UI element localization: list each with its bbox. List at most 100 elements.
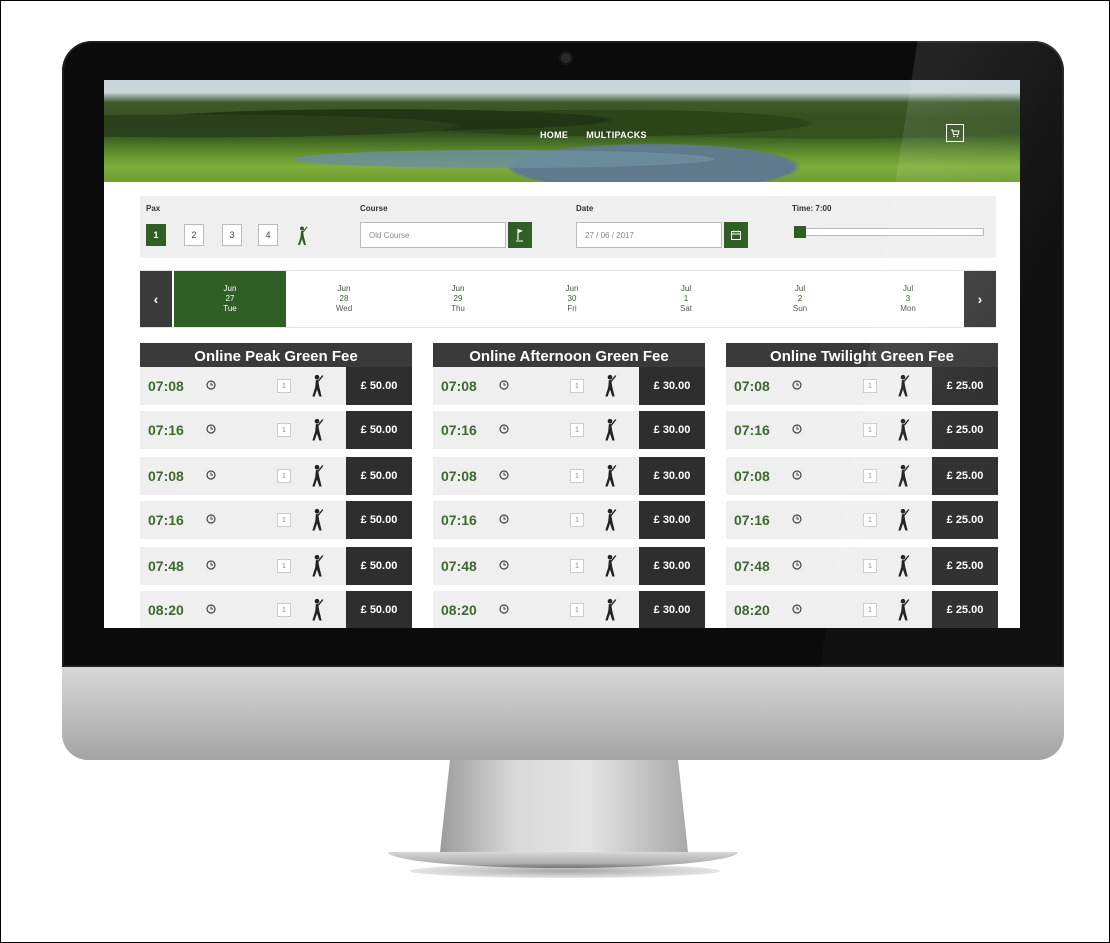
player-count-field[interactable]: 1	[863, 469, 877, 483]
tee-time: 07:08	[441, 468, 477, 484]
tee-time-row[interactable]: 08:20 1 £ 50.00	[140, 591, 412, 628]
tee-time-row[interactable]: 07:08 1 £ 30.00	[433, 367, 705, 405]
tee-time-row[interactable]: 07:16 1 £ 25.00	[726, 411, 998, 449]
player-count-field[interactable]: 1	[570, 423, 584, 437]
golfer-icon	[898, 374, 910, 397]
tee-time-row[interactable]: 07:08 1 £ 50.00	[140, 367, 412, 405]
calendar-button[interactable]	[724, 222, 748, 248]
clock-icon	[792, 424, 802, 434]
player-count-field[interactable]: 1	[277, 603, 291, 617]
time-slider-track[interactable]	[796, 228, 984, 236]
price-button[interactable]: £ 50.00	[346, 457, 412, 495]
price-button[interactable]: £ 50.00	[346, 547, 412, 585]
player-count-field[interactable]: 1	[570, 513, 584, 527]
fee-column-title: Online Peak Green Fee	[140, 343, 412, 369]
day-tab-0[interactable]: Jun 27 Tue	[174, 271, 286, 327]
clock-icon	[499, 424, 509, 434]
tee-time-row[interactable]: 08:20 1 £ 25.00	[726, 591, 998, 628]
price-button[interactable]: £ 50.00	[346, 411, 412, 449]
tee-time-row[interactable]: 08:20 1 £ 30.00	[433, 591, 705, 628]
golfer-icon	[605, 598, 617, 621]
price-button[interactable]: £ 25.00	[932, 547, 998, 585]
player-count-field[interactable]: 1	[277, 469, 291, 483]
nav-multipacks-link[interactable]: MULTIPACKS	[586, 130, 647, 140]
nav-home-link[interactable]: HOME	[540, 130, 568, 140]
tee-time-row[interactable]: 07:48 1 £ 50.00	[140, 547, 412, 585]
price-button[interactable]: £ 50.00	[346, 591, 412, 628]
price-button[interactable]: £ 25.00	[932, 501, 998, 539]
price-button[interactable]: £ 30.00	[639, 591, 705, 628]
clock-icon	[206, 560, 216, 570]
tee-time-row[interactable]: 07:08 1 £ 25.00	[726, 367, 998, 405]
hero-lake	[294, 150, 714, 168]
prev-day-button[interactable]: ‹	[140, 271, 172, 327]
clock-icon	[499, 604, 509, 614]
price-button[interactable]: £ 50.00	[346, 367, 412, 405]
tee-time-row[interactable]: 07:48 1 £ 30.00	[433, 547, 705, 585]
time-slider-thumb[interactable]	[794, 226, 806, 238]
time-label: Time: 7:00	[792, 204, 832, 213]
day-tab-2[interactable]: Jun 29 Thu	[402, 271, 514, 327]
pax-option-2[interactable]: 2	[184, 224, 204, 246]
day-number: 3	[905, 294, 911, 303]
monitor-screen: HOME MULTIPACKS Pax 1 2 3 4 Course Old C…	[104, 80, 1020, 628]
price-button[interactable]: £ 30.00	[639, 457, 705, 495]
tee-time-row[interactable]: 07:48 1 £ 25.00	[726, 547, 998, 585]
player-count-field[interactable]: 1	[863, 513, 877, 527]
course-button[interactable]	[508, 222, 532, 248]
price-button[interactable]: £ 25.00	[932, 591, 998, 628]
golfer-icon	[605, 508, 617, 531]
clock-icon	[792, 470, 802, 480]
tee-time-row[interactable]: 07:16 1 £ 50.00	[140, 501, 412, 539]
date-field[interactable]: 27 / 06 / 2017	[576, 222, 722, 248]
day-tab-6[interactable]: Jul 3 Mon	[852, 271, 964, 327]
price-button[interactable]: £ 30.00	[639, 501, 705, 539]
tee-time-row[interactable]: 07:08 1 £ 50.00	[140, 457, 412, 495]
player-count-field[interactable]: 1	[863, 379, 877, 393]
tee-time: 07:08	[734, 378, 770, 394]
day-tab-5[interactable]: Jul 2 Sun	[744, 271, 856, 327]
price-button[interactable]: £ 30.00	[639, 367, 705, 405]
player-count-field[interactable]: 1	[863, 603, 877, 617]
golfer-icon	[312, 554, 324, 577]
tee-time-row[interactable]: 07:16 1 £ 30.00	[433, 501, 705, 539]
player-count-field[interactable]: 1	[277, 559, 291, 573]
price-button[interactable]: £ 30.00	[639, 547, 705, 585]
price-button[interactable]: £ 25.00	[932, 367, 998, 405]
tee-time: 07:16	[148, 422, 184, 438]
tee-time: 08:20	[148, 602, 184, 618]
player-count-field[interactable]: 1	[277, 513, 291, 527]
tee-time-row[interactable]: 07:08 1 £ 25.00	[726, 457, 998, 495]
tee-time-row[interactable]: 07:16 1 £ 25.00	[726, 501, 998, 539]
player-count-field[interactable]: 1	[570, 379, 584, 393]
player-count-field[interactable]: 1	[570, 603, 584, 617]
day-tab-4[interactable]: Jul 1 Sat	[630, 271, 742, 327]
main-nav: HOME MULTIPACKS	[540, 130, 647, 140]
tee-time: 07:08	[734, 468, 770, 484]
date-strip: ‹ Jun 27 Tue Jun 28 Wed Jun 29 Thu Jun 3…	[140, 270, 996, 328]
player-count-field[interactable]: 1	[277, 379, 291, 393]
price-button[interactable]: £ 25.00	[932, 411, 998, 449]
cart-button[interactable]	[946, 124, 964, 142]
golfer-icon	[898, 508, 910, 531]
player-count-field[interactable]: 1	[863, 559, 877, 573]
price-button[interactable]: £ 50.00	[346, 501, 412, 539]
course-select[interactable]: Old Course	[360, 222, 506, 248]
monitor-shadow	[410, 864, 720, 878]
player-count-field[interactable]: 1	[277, 423, 291, 437]
tee-time-row[interactable]: 07:16 1 £ 50.00	[140, 411, 412, 449]
pax-option-1[interactable]: 1	[146, 224, 166, 246]
player-count-field[interactable]: 1	[570, 469, 584, 483]
next-day-button[interactable]: ›	[964, 271, 996, 327]
pax-option-4[interactable]: 4	[258, 224, 278, 246]
day-tab-1[interactable]: Jun 28 Wed	[288, 271, 400, 327]
day-tab-3[interactable]: Jun 30 Fri	[516, 271, 628, 327]
player-count-field[interactable]: 1	[570, 559, 584, 573]
pax-option-3[interactable]: 3	[222, 224, 242, 246]
tee-time-row[interactable]: 07:08 1 £ 30.00	[433, 457, 705, 495]
day-number: 1	[683, 294, 689, 303]
price-button[interactable]: £ 30.00	[639, 411, 705, 449]
price-button[interactable]: £ 25.00	[932, 457, 998, 495]
tee-time-row[interactable]: 07:16 1 £ 30.00	[433, 411, 705, 449]
player-count-field[interactable]: 1	[863, 423, 877, 437]
